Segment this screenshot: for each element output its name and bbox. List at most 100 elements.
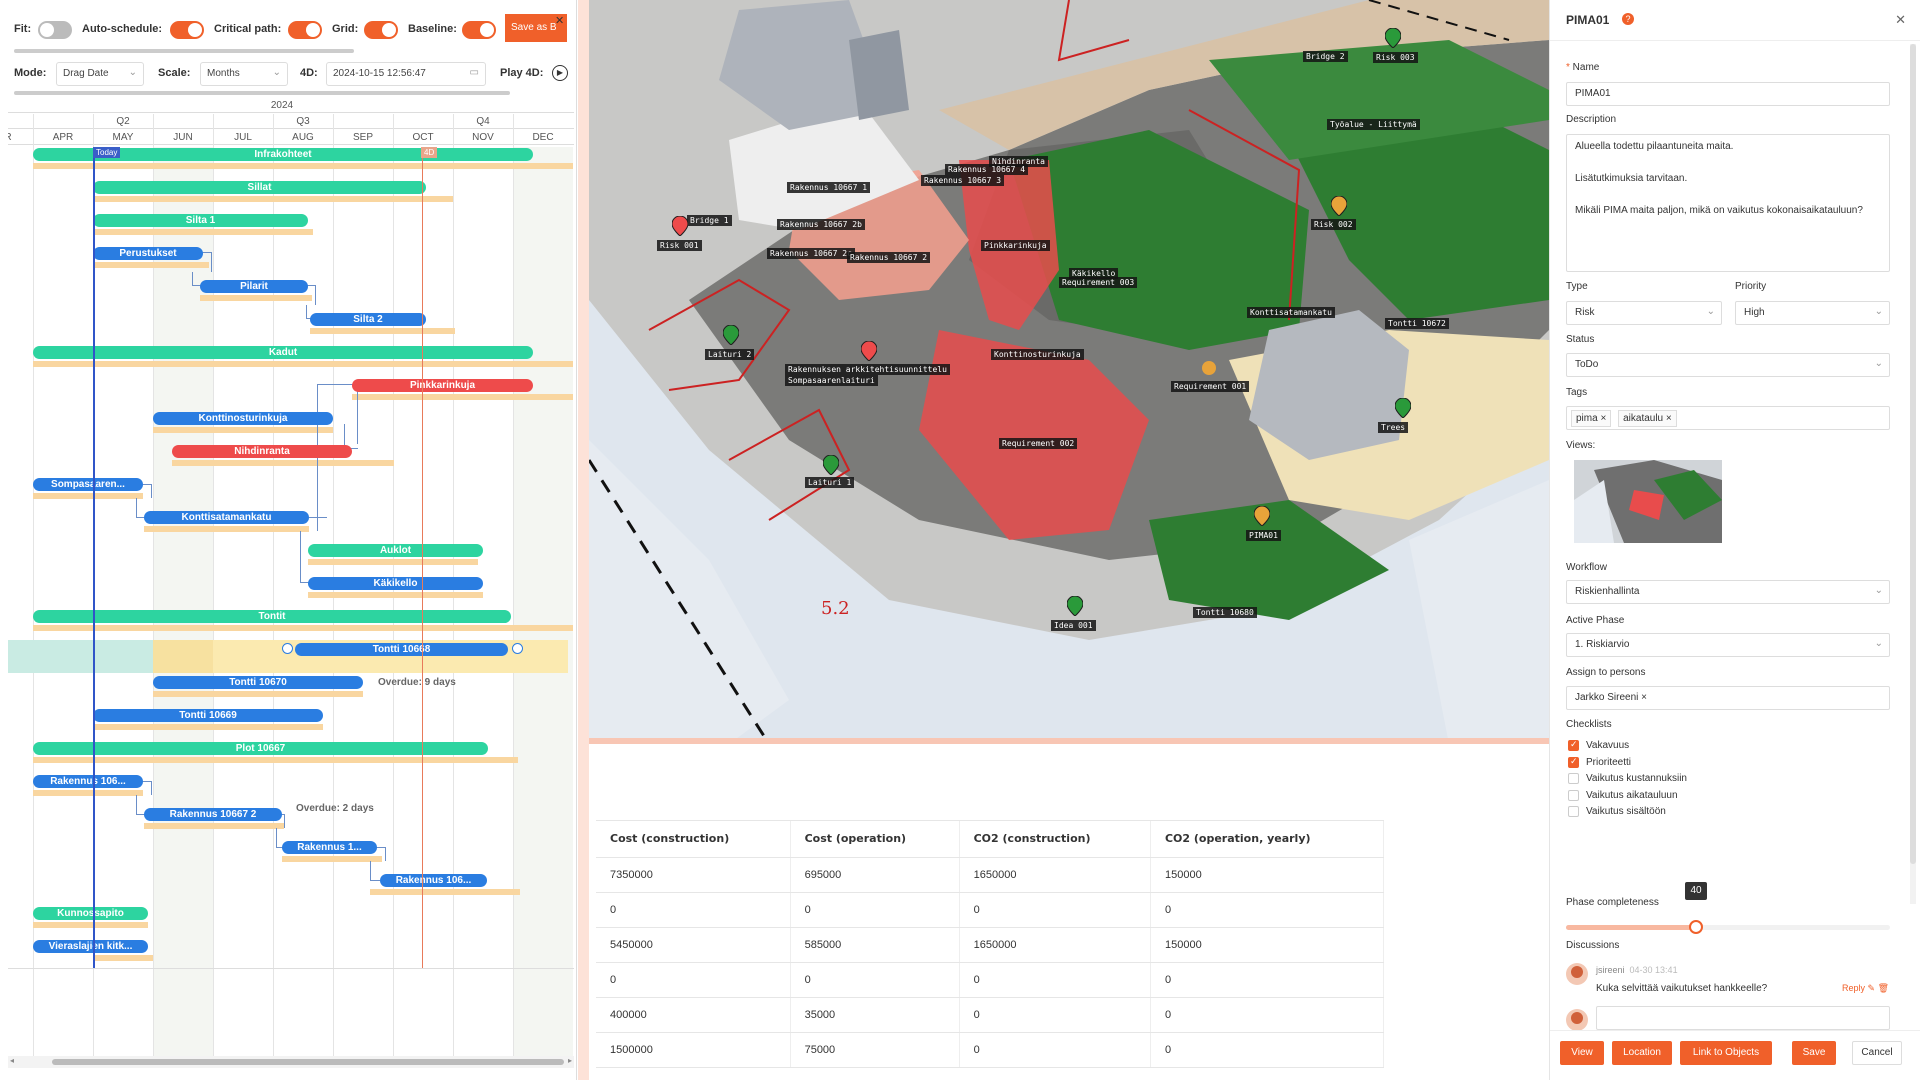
close-icon[interactable]: × — [1666, 413, 1672, 424]
person-chip[interactable]: Jarkko Sireeni — [1575, 692, 1638, 703]
task-bar[interactable]: Sillat — [93, 181, 426, 194]
grid-toggle[interactable] — [364, 21, 398, 39]
workflow-select[interactable]: Riskienhallinta ⌄ — [1566, 580, 1890, 604]
task-bar[interactable]: Pilarit — [200, 280, 308, 293]
cancel-button[interactable]: Cancel — [1852, 1041, 1902, 1065]
location-button[interactable]: Location — [1612, 1041, 1672, 1065]
map-label[interactable]: Konttinosturinkuja — [991, 349, 1084, 360]
scale-select[interactable]: Months ⌄ — [200, 62, 288, 86]
checklist-checkbox[interactable] — [1568, 790, 1579, 801]
map-label[interactable]: Requirement 002 — [999, 438, 1078, 449]
fourd-tag[interactable]: 4D — [421, 147, 438, 158]
place-pin-icon[interactable] — [823, 455, 839, 475]
fit-toggle[interactable] — [38, 21, 72, 39]
delete-icon[interactable]: 🗑 — [1878, 983, 1889, 993]
map-label[interactable]: Risk 002 — [1311, 219, 1356, 230]
map-label[interactable]: Pinkkarinkuja — [981, 240, 1050, 251]
comment-input[interactable] — [1596, 1006, 1890, 1030]
map-label[interactable]: Risk 003 — [1373, 52, 1418, 63]
active-phase-select[interactable]: 1. Riskiarvio ⌄ — [1566, 633, 1890, 657]
map-label[interactable]: Trees — [1378, 422, 1409, 433]
task-bar[interactable]: Rakennus 1... — [282, 841, 377, 854]
slider-handle[interactable] — [1689, 920, 1703, 934]
task-bar[interactable]: Sompasaaren... — [33, 478, 143, 491]
view-thumbnail[interactable] — [1574, 460, 1722, 543]
auto-schedule-toggle[interactable] — [170, 21, 204, 39]
map-label[interactable]: Laituri 2 — [705, 349, 755, 360]
map-label[interactable]: Requirement 001 — [1171, 381, 1250, 392]
map-label[interactable]: Rakennus 10667 2 — [847, 252, 931, 263]
risk-pin-icon[interactable] — [1254, 506, 1270, 526]
task-bar[interactable]: Tontti 10670 — [153, 676, 363, 689]
play-icon[interactable]: ▶ — [552, 65, 568, 81]
close-icon[interactable]: ✕ — [1895, 12, 1906, 28]
risk-pin-icon[interactable] — [672, 216, 688, 236]
reply-link[interactable]: Reply ✎ 🗑 — [1842, 983, 1889, 994]
task-bar[interactable]: Plot 10667 — [33, 742, 488, 755]
map-label[interactable]: Bridge 1 — [687, 215, 732, 226]
task-bar[interactable]: Nihdinranta — [172, 445, 352, 458]
map-label[interactable]: Sompasaarenlaituri — [785, 375, 878, 386]
fourd-date-input[interactable]: 2024-10-15 12:56:47 ▭ — [326, 62, 486, 86]
task-bar[interactable]: Tontti 10669 — [93, 709, 323, 722]
map-label[interactable]: Requirement 003 — [1059, 277, 1138, 288]
close-icon[interactable]: × — [1641, 692, 1647, 703]
edit-icon[interactable]: ✎ — [1868, 983, 1876, 993]
description-textarea[interactable]: Alueella todettu pilaantuneita maita. Li… — [1566, 134, 1890, 272]
scroll-left-icon[interactable]: ◂ — [10, 1056, 14, 1065]
scrollbar-thumb[interactable] — [52, 1059, 564, 1065]
priority-select[interactable]: High ⌄ — [1735, 301, 1890, 325]
table-row[interactable]: 1500000 75000 0 0 — [596, 1032, 1385, 1068]
task-bar[interactable]: Käkikello — [308, 577, 483, 590]
baseline-toggle[interactable] — [462, 21, 496, 39]
splitter[interactable] — [578, 0, 589, 1080]
map-label[interactable]: PIMA01 — [1246, 530, 1281, 541]
completeness-slider[interactable] — [1566, 920, 1890, 934]
idea-pin-icon[interactable] — [1067, 596, 1083, 616]
horizontal-scrollbar[interactable]: ◂ ▸ — [8, 1056, 574, 1068]
view-button[interactable]: View — [1560, 1041, 1604, 1065]
tag-chip[interactable]: pima × — [1571, 410, 1612, 427]
timeline-scrollbar-top[interactable] — [14, 91, 510, 95]
close-icon[interactable]: ✕ — [555, 14, 564, 27]
table-row[interactable]: 5450000 585000 1650000 150000 — [596, 927, 1385, 963]
scrollbar-thumb[interactable] — [1910, 44, 1916, 864]
assign-input[interactable]: Jarkko Sireeni × — [1566, 686, 1890, 710]
table-row[interactable]: 0000 — [596, 892, 1385, 928]
map-label[interactable]: Idea 001 — [1051, 620, 1096, 631]
map-label[interactable]: Työalue - Liittymä — [1327, 119, 1420, 130]
task-bar-selected[interactable]: Tontti 10668 — [295, 643, 508, 656]
link-to-objects-button[interactable]: Link to Objects — [1680, 1041, 1772, 1065]
fourd-marker[interactable] — [422, 148, 423, 968]
map-label[interactable]: Bridge 2 — [1303, 51, 1348, 62]
column-header[interactable]: CO2 (operation, yearly) — [1150, 821, 1385, 858]
task-bar[interactable]: Perustukset — [93, 247, 203, 260]
save-button[interactable]: Save — [1792, 1041, 1836, 1065]
checklist-checkbox[interactable] — [1568, 773, 1579, 784]
drag-handle-start[interactable] — [282, 643, 293, 654]
tags-input[interactable]: pima × aikataulu × — [1566, 406, 1890, 430]
map-label[interactable]: Laituri 1 — [805, 477, 855, 488]
map-label[interactable]: Rakennuksen arkkitehtisuunnittelu — [785, 364, 950, 375]
risk-pin-icon[interactable] — [1385, 28, 1401, 48]
map-label[interactable]: Risk 001 — [657, 240, 702, 251]
drag-handle-end[interactable] — [512, 643, 523, 654]
tree-pin-icon[interactable] — [1395, 398, 1411, 418]
name-input[interactable]: PIMA01 — [1566, 82, 1890, 106]
task-bar[interactable]: Kadut — [33, 346, 533, 359]
task-bar[interactable]: Vieraslajien kitk... — [33, 940, 148, 953]
checklist-checkbox[interactable] — [1568, 806, 1579, 817]
map-label[interactable]: Rakennus 10667 3 — [921, 175, 1005, 186]
place-pin-icon[interactable] — [723, 325, 739, 345]
map-label[interactable]: Rakennus 10667 2b — [777, 219, 865, 230]
task-bar[interactable]: Konttisatamankatu — [144, 511, 309, 524]
map-label[interactable]: Rakennus 10667 4 — [945, 164, 1029, 175]
task-bar[interactable]: Rakennus 10667 2 — [144, 808, 282, 821]
column-header[interactable]: CO2 (construction) — [959, 821, 1151, 858]
table-row[interactable]: 400000 35000 0 0 — [596, 997, 1385, 1033]
map-label[interactable]: Rakennus 10667 1 — [787, 182, 871, 193]
task-bar[interactable]: Auklot — [308, 544, 483, 557]
panel-scrollbar[interactable] — [1910, 44, 1916, 904]
task-bar[interactable]: Silta 2 — [310, 313, 426, 326]
column-header[interactable]: Cost (operation) — [790, 821, 960, 858]
